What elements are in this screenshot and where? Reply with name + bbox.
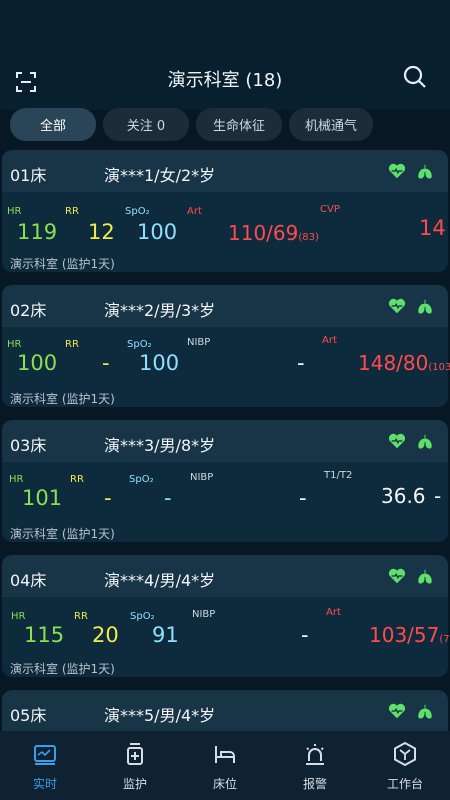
rr-value: - [102, 351, 110, 375]
art-value: 148/80(103) [358, 351, 450, 375]
filter-chip-ventilation[interactable]: 机械通气 [289, 108, 373, 141]
department-info: 演示科室 (监护1天) [10, 257, 115, 271]
hr-value: 115 [24, 623, 65, 647]
art-mean: (103) [428, 362, 450, 373]
lung-icon [418, 434, 432, 449]
lung-icon [418, 569, 432, 584]
patient-card[interactable]: 02床 演***2/男/3*岁 HR 100 RR - SpO₂ 100 NIB… [2, 285, 450, 407]
tab-label: 实时 [32, 777, 57, 791]
cvp-label: CVP [320, 204, 340, 215]
filter-chip-all[interactable]: 全部 [10, 108, 96, 141]
hr-value: 101 [22, 486, 63, 510]
art-label: Art [187, 206, 202, 217]
tab-realtime[interactable]: 实时 [0, 731, 90, 800]
spo2-value: 91 [152, 623, 179, 647]
patient-info: 演***2/男/3*岁 [104, 301, 216, 320]
nibp-label: NIBP [187, 337, 211, 348]
nibp-label: NIBP [190, 472, 214, 483]
bed-number: 02床 [10, 301, 47, 320]
spo2-value: 100 [137, 220, 178, 244]
hr-label: HR [11, 611, 26, 622]
hr-value: 100 [17, 351, 58, 375]
nibp-value: - [299, 486, 307, 510]
patient-info: 演***1/女/2*岁 [104, 166, 216, 185]
bed-number: 05床 [10, 706, 47, 725]
spo2-value: 100 [139, 351, 180, 375]
page-title: 演示科室 (18) [167, 70, 283, 91]
filter-bar: 全部 关注 0 生命体征 机械通气 [10, 108, 373, 142]
spo2-label: SpO₂ [130, 611, 155, 622]
heart-pulse-icon [388, 298, 406, 314]
header: 演示科室 (18) [0, 0, 450, 110]
spo2-value: - [164, 486, 172, 510]
bed-number: 01床 [10, 166, 47, 185]
tab-label: 报警 [302, 777, 327, 791]
rr-label: RR [70, 474, 84, 485]
art-systolic-diastolic: 148/80 [358, 351, 429, 375]
nibp-value: - [297, 351, 305, 375]
cvp-value: 14 [419, 216, 446, 240]
art-label: Art [322, 335, 337, 346]
hr-label: HR [7, 206, 22, 217]
patient-card[interactable]: 03床 演***3/男/8*岁 HR 101 RR - SpO₂ - NIBP … [2, 420, 448, 542]
patient-card[interactable]: 04床 演***4/男/4*岁 HR 115 RR 20 SpO₂ 91 NIB… [2, 555, 450, 677]
patient-info: 演***3/男/8*岁 [104, 436, 216, 455]
tab-label: 工作台 [386, 777, 423, 791]
bed-number: 03床 [10, 436, 47, 455]
hr-value: 119 [17, 220, 58, 244]
rr-value: 12 [88, 220, 115, 244]
art-value: 110/69(83) [228, 221, 319, 245]
patient-info: 演***4/男/4*岁 [104, 571, 216, 590]
bed-number: 04床 [10, 571, 47, 590]
bottom-tab-bar: 实时 监护 床位 报警 工作台 [0, 731, 450, 800]
heart-pulse-icon [388, 703, 406, 719]
tab-workbench[interactable]: 工作台 [360, 731, 450, 800]
alarm-icon [306, 744, 324, 765]
rr-label: RR [74, 611, 88, 622]
nibp-label: NIBP [192, 609, 216, 620]
tab-label: 床位 [212, 777, 237, 791]
search-icon[interactable] [402, 64, 428, 90]
filter-chip-vital-signs[interactable]: 生命体征 [196, 108, 282, 141]
art-systolic-diastolic: 103/57 [369, 623, 440, 647]
department-info: 演示科室 (监护1天) [10, 662, 115, 676]
heart-pulse-icon [388, 568, 406, 584]
temperature-1-value: 36.6 [381, 484, 426, 508]
department-info: 演示科室 (监护1天) [10, 392, 115, 406]
art-systolic-diastolic: 110/69 [228, 221, 299, 245]
rr-value: 20 [92, 623, 119, 647]
tab-beds[interactable]: 床位 [180, 731, 270, 800]
monitor-icon [34, 745, 56, 765]
lung-icon [418, 164, 432, 179]
hr-label: HR [9, 474, 24, 485]
bed-icon [215, 746, 235, 763]
temperature-2-value: - [434, 484, 442, 508]
temperature-label: T1/T2 [324, 470, 353, 481]
patient-card[interactable]: 01床 演***1/女/2*岁 HR 119 RR 12 SpO₂ 100 Ar… [2, 150, 448, 272]
filter-chip-followed[interactable]: 关注 0 [103, 108, 189, 141]
tab-alarms[interactable]: 报警 [270, 731, 360, 800]
spo2-label: SpO₂ [129, 474, 154, 485]
heart-pulse-icon [388, 433, 406, 449]
rr-label: RR [65, 339, 79, 350]
art-label: Art [326, 607, 341, 618]
hr-label: HR [7, 339, 22, 350]
art-value: 103/57(72) [369, 623, 450, 647]
workbench-icon [394, 741, 416, 767]
tab-label: 监护 [122, 777, 147, 791]
heart-pulse-icon [388, 163, 406, 179]
art-mean: (72) [439, 634, 450, 645]
tab-monitoring[interactable]: 监护 [90, 731, 180, 800]
lung-icon [418, 704, 432, 719]
nibp-value: - [301, 623, 309, 647]
rr-value: - [104, 486, 112, 510]
art-mean: (83) [298, 232, 319, 243]
patient-info: 演***5/男/4*岁 [104, 706, 216, 725]
rr-label: RR [65, 206, 79, 217]
spo2-label: SpO₂ [127, 339, 152, 350]
department-info: 演示科室 (监护1天) [10, 527, 115, 541]
spo2-label: SpO₂ [125, 206, 150, 217]
lung-icon [418, 299, 432, 314]
medicine-bottle-icon [127, 743, 143, 765]
